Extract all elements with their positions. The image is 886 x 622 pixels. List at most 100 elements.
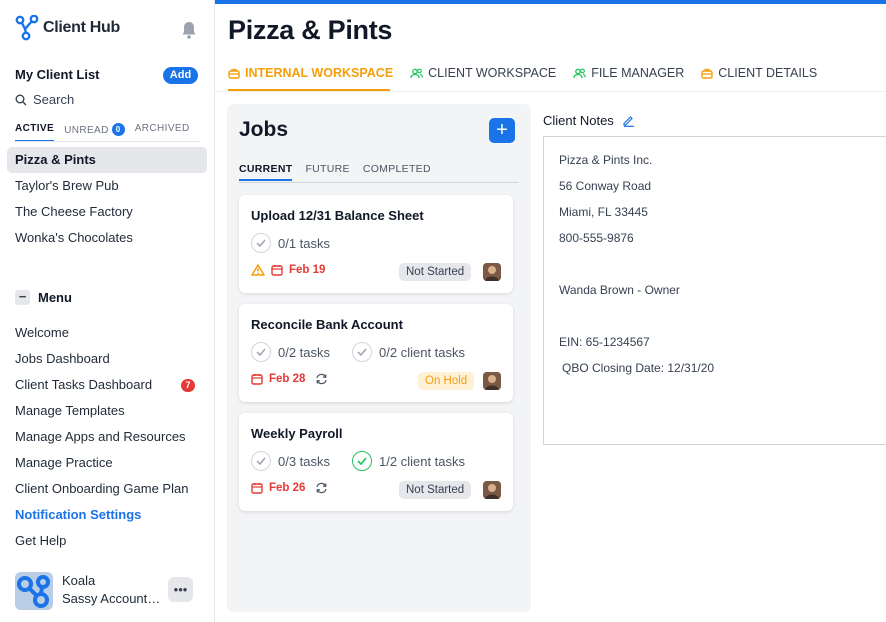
search-icon	[15, 94, 27, 105]
job-card[interactable]: Reconcile Bank Account 0/2 tasks 0/2 cli…	[239, 304, 513, 402]
due-date: Feb 28	[251, 373, 328, 385]
job-card[interactable]: Weekly Payroll 0/3 tasks 1/2 client task…	[239, 413, 513, 511]
job-card[interactable]: Upload 12/31 Balance Sheet 0/1 tasks Feb…	[239, 195, 513, 293]
tab-internal-workspace[interactable]: INTERNAL WORKSPACE	[228, 62, 393, 84]
menu-toggle[interactable]: − Menu	[15, 290, 72, 305]
briefcase-icon	[228, 68, 240, 79]
job-title: Reconcile Bank Account	[251, 317, 403, 332]
tab-future-jobs[interactable]: FUTURE	[305, 163, 349, 181]
plus-icon: +	[496, 119, 508, 141]
tab-active-clients[interactable]: ACTIVE	[15, 123, 55, 142]
hub-logo-icon	[15, 15, 39, 41]
menu-item-get-help[interactable]: Get Help	[15, 528, 205, 554]
tab-archived-clients[interactable]: ARCHIVED	[135, 123, 190, 142]
client-item-wonkas-chocolates[interactable]: Wonka's Chocolates	[7, 225, 207, 251]
menu-item-manage-practice[interactable]: Manage Practice	[15, 450, 205, 476]
menu-item-client-tasks-dashboard[interactable]: Client Tasks Dashboard 7	[15, 372, 205, 398]
task-count: 0/1 tasks	[278, 235, 331, 251]
main-menu: Welcome Jobs Dashboard Client Tasks Dash…	[15, 320, 205, 554]
page-title: Pizza & Pints	[228, 15, 393, 45]
client-list: Pizza & Pints Taylor's Brew Pub The Chee…	[7, 147, 207, 251]
app-name: Client Hub	[43, 19, 120, 36]
collapse-icon: −	[15, 290, 30, 305]
menu-item-notification-settings[interactable]: Notification Settings	[15, 502, 205, 528]
users-icon	[573, 68, 587, 78]
job-title: Upload 12/31 Balance Sheet	[251, 208, 424, 223]
menu-item-welcome[interactable]: Welcome	[15, 320, 205, 346]
briefcase-icon	[701, 68, 713, 79]
tab-client-details[interactable]: CLIENT DETAILS	[701, 62, 817, 84]
client-item-pizza-pints[interactable]: Pizza & Pints	[7, 147, 207, 173]
note-line: Pizza & Pints Inc.	[559, 153, 653, 167]
client-task-count: 1/2 client tasks	[379, 453, 466, 469]
client-notes-label: Client Notes	[543, 113, 614, 128]
note-line: EIN: 65-1234567	[559, 335, 650, 349]
tabs-divider	[15, 141, 201, 142]
notification-bell-icon[interactable]	[180, 20, 198, 40]
menu-item-manage-templates[interactable]: Manage Templates	[15, 398, 205, 424]
workspace-tabs: INTERNAL WORKSPACE CLIENT WORKSPACE FILE…	[228, 62, 817, 84]
due-date: Feb 26	[251, 482, 328, 494]
client-notes-box[interactable]: Pizza & Pints Inc. 56 Conway Road Miami,…	[543, 136, 886, 445]
tab-unread-clients[interactable]: UNREAD 0	[64, 123, 125, 142]
calendar-icon	[271, 265, 283, 276]
tab-completed-jobs[interactable]: COMPLETED	[363, 163, 431, 181]
top-accent-bar	[215, 0, 886, 4]
sidebar: Client Hub My Client List Add Search ACT…	[0, 0, 215, 622]
note-line: Wanda Brown - Owner	[559, 283, 680, 297]
check-icon	[251, 233, 271, 253]
unread-count-badge: 0	[111, 123, 125, 136]
due-date-text: Feb 26	[269, 482, 306, 494]
tab-file-manager[interactable]: FILE MANAGER	[573, 62, 684, 84]
add-job-button[interactable]: +	[489, 118, 515, 143]
client-search[interactable]: Search	[15, 92, 74, 107]
calendar-icon	[251, 483, 263, 494]
client-list-title: My Client List	[15, 67, 100, 82]
tabs-divider	[215, 91, 886, 92]
tab-client-workspace[interactable]: CLIENT WORKSPACE	[410, 62, 556, 84]
menu-item-jobs-dashboard[interactable]: Jobs Dashboard	[15, 346, 205, 372]
note-line: Miami, FL 33445	[559, 205, 648, 219]
check-icon	[251, 342, 271, 362]
tab-label: CLIENT WORKSPACE	[428, 66, 557, 80]
warning-icon	[251, 264, 265, 276]
status-badge[interactable]: Not Started	[399, 481, 472, 499]
user-more-button[interactable]: •••	[168, 577, 193, 602]
add-client-button[interactable]: Add	[163, 67, 198, 84]
tab-current-jobs[interactable]: CURRENT	[239, 163, 293, 181]
hub-avatar-icon	[15, 572, 53, 610]
jobs-tabs-divider	[239, 182, 519, 183]
due-date: Feb 19	[251, 264, 325, 276]
app-logo[interactable]: Client Hub	[15, 15, 120, 41]
check-done-icon	[352, 451, 373, 471]
user-avatar[interactable]	[15, 572, 53, 610]
search-label: Search	[33, 92, 75, 107]
menu-item-manage-apps[interactable]: Manage Apps and Resources	[15, 424, 205, 450]
check-icon	[352, 342, 373, 362]
tab-label: UNREAD	[64, 125, 109, 136]
client-item-taylors-brew-pub[interactable]: Taylor's Brew Pub	[7, 173, 207, 199]
status-badge[interactable]: On Hold	[418, 372, 475, 390]
due-date-text: Feb 19	[289, 264, 326, 276]
assignee-avatar[interactable]	[483, 263, 501, 281]
client-tasks-count-badge: 7	[181, 379, 195, 392]
tab-label: INTERNAL WORKSPACE	[245, 66, 394, 80]
client-item-cheese-factory[interactable]: The Cheese Factory	[7, 199, 207, 225]
edit-pencil-icon[interactable]	[622, 114, 635, 127]
user-profile: Koala Sassy Accounting •••	[15, 572, 205, 612]
calendar-icon	[251, 374, 263, 385]
tab-label: ACTIVE	[15, 123, 55, 134]
recurring-icon	[316, 373, 328, 385]
jobs-tabs: CURRENT FUTURE COMPLETED	[239, 163, 431, 181]
task-progress: 0/1 tasks	[251, 233, 330, 253]
menu-item-onboarding-game-plan[interactable]: Client Onboarding Game Plan	[15, 476, 205, 502]
note-line: 56 Conway Road	[559, 179, 652, 193]
status-badge[interactable]: Not Started	[399, 263, 472, 281]
assignee-avatar[interactable]	[483, 481, 501, 499]
client-notes-header: Client Notes	[543, 113, 635, 128]
assignee-avatar[interactable]	[483, 372, 501, 390]
task-progress: 0/3 tasks 1/2 client tasks	[251, 451, 465, 471]
recurring-icon	[316, 482, 328, 494]
jobs-title: Jobs	[239, 118, 289, 141]
more-icon: •••	[173, 581, 188, 597]
